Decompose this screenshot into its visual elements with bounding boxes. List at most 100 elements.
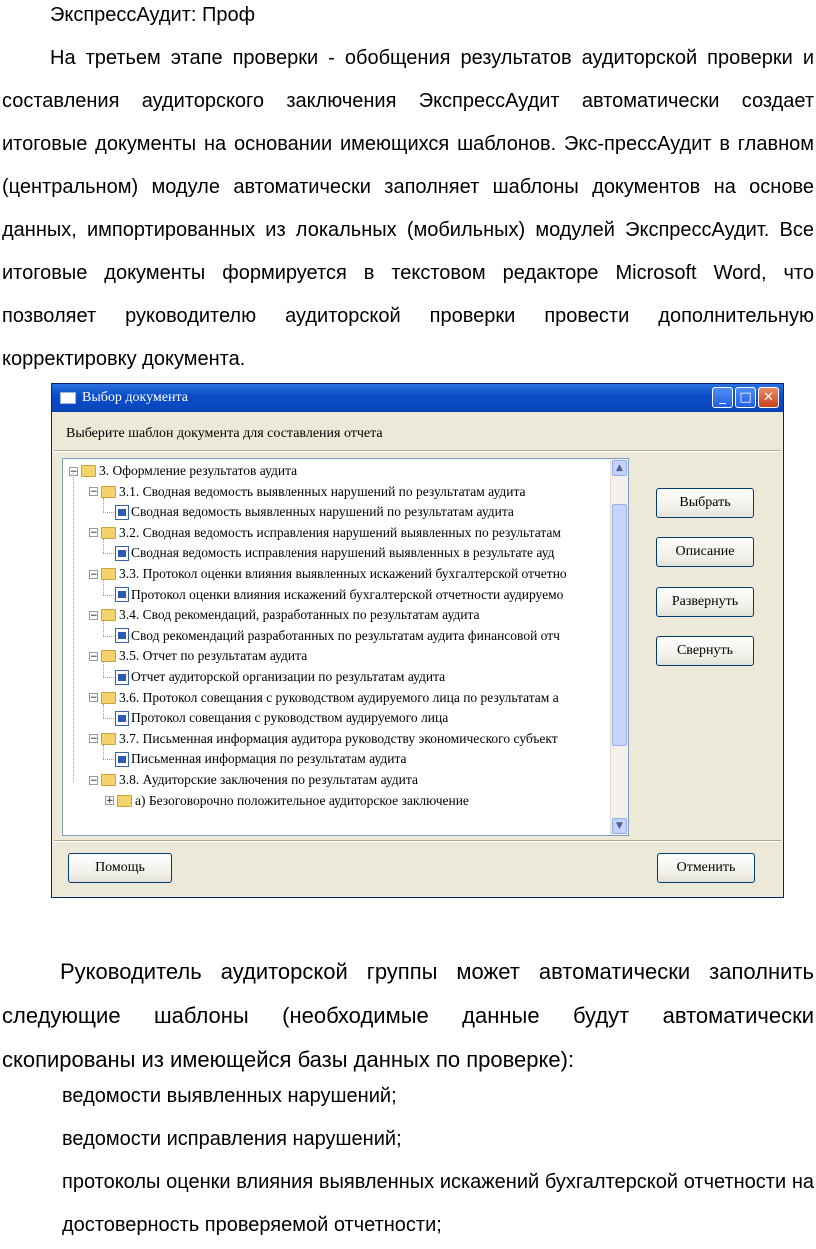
tree-node-label: Протокол совещания с руководством аудиру… xyxy=(131,710,449,726)
collapse-node-icon[interactable]: − xyxy=(89,775,98,785)
tree-connector xyxy=(103,677,114,678)
tree-folder-node[interactable]: − 3.5. Отчет по результатам аудита xyxy=(89,646,307,666)
tree-document-node[interactable]: Письменная информация по результатам ауд… xyxy=(115,749,407,769)
tree-node-label: 3.2. Сводная ведомость исправления наруш… xyxy=(119,524,561,540)
word-document-icon xyxy=(115,587,129,603)
tree-node-label: а) Безоговорочно положительное аудиторск… xyxy=(135,792,469,808)
tree-node-label: Протокол оценки влияния искажений бухгал… xyxy=(131,586,564,602)
tree-connector xyxy=(103,538,104,554)
scroll-up-icon[interactable]: ▲ xyxy=(612,460,627,476)
folder-icon xyxy=(101,568,116,580)
tree-node-label: 3.8. Аудиторские заключения по результат… xyxy=(119,772,418,787)
intro-paragraph: На третьем этапе проверки - обобщения ре… xyxy=(2,47,814,370)
minimize-icon[interactable]: _ xyxy=(712,387,733,408)
tree-connector xyxy=(103,703,104,719)
collapse-node-icon[interactable]: − xyxy=(89,610,98,620)
tree-connector xyxy=(103,553,114,555)
tree-folder-node[interactable]: − 3.8. Аудиторские заключения по результа… xyxy=(89,770,418,790)
tree-connector xyxy=(103,580,104,595)
scroll-thumb[interactable] xyxy=(612,504,627,746)
maximize-icon[interactable]: □ xyxy=(735,387,756,408)
list-item: ведомости выявленных нарушений; xyxy=(62,1085,397,1107)
word-document-icon xyxy=(115,545,129,561)
collapse-node-icon[interactable]: − xyxy=(89,693,98,703)
tree-node-label: 3.6. Протокол совещания с руководством а… xyxy=(119,689,559,705)
tree-folder-node[interactable]: − 3.6. Протокол совещания с руководством … xyxy=(89,688,559,708)
tree-connector xyxy=(103,759,114,761)
tree-folder-node[interactable]: −3. Оформление результатов аудита xyxy=(69,461,297,481)
collapse-node-icon[interactable]: − xyxy=(89,734,98,744)
tree-connector xyxy=(103,635,114,637)
tree-node-label: Сводная ведомость выявленных нарушений п… xyxy=(131,504,514,520)
tree-folder-node[interactable]: − 3.2. Сводная ведомость исправления нару… xyxy=(89,523,561,543)
dialog-titlebar[interactable]: Выбор документа _ □ ✕ xyxy=(52,384,783,412)
help-button[interactable]: Помощь xyxy=(68,853,172,883)
tree-connector xyxy=(103,497,104,513)
divider xyxy=(54,450,781,452)
tree-node-label: 3.4. Свод рекомендаций, разработанных по… xyxy=(119,607,480,623)
tree-node-label: 3.7. Письменная информация аудитора руко… xyxy=(119,730,558,746)
tree-node-label: 3. Оформление результатов аудита xyxy=(99,463,298,478)
folder-icon xyxy=(101,774,116,786)
word-document-icon xyxy=(115,669,129,685)
expand-button[interactable]: Развернуть xyxy=(656,587,754,617)
tree-folder-node[interactable]: − 3.4. Свод рекомендаций, разработанных п… xyxy=(89,605,480,625)
word-document-icon xyxy=(115,504,129,520)
tree-connector xyxy=(103,662,104,677)
collapse-node-icon[interactable]: − xyxy=(89,651,98,661)
document-header: ЭкспрессАудит: Проф xyxy=(50,4,256,26)
select-document-dialog: Выбор документа _ □ ✕ Выберите шаблон до… xyxy=(51,383,784,898)
template-tree[interactable]: −3. Оформление результатов аудита −3.1. С… xyxy=(62,458,629,836)
collapse-node-icon[interactable]: − xyxy=(89,569,98,579)
tree-node-label: Сводная ведомость исправления нарушений … xyxy=(131,545,555,561)
tree-folder-node[interactable]: + а) Безоговорочно положительное аудиторс… xyxy=(105,791,469,811)
scroll-down-icon[interactable]: ▼ xyxy=(612,818,627,834)
folder-icon xyxy=(117,794,132,807)
tree-folder-node[interactable]: − 3.1. Сводная ведомость выявленных наруш… xyxy=(89,482,526,502)
close-icon[interactable]: ✕ xyxy=(758,387,779,408)
tree-node-label: Свод рекомендаций разработанных по резул… xyxy=(131,627,560,643)
tree-node-label: 3.3. Протокол оценки влияния выявленных … xyxy=(119,566,567,581)
tree-connector xyxy=(73,473,74,782)
tree-document-node[interactable]: Сводная ведомость исправления нарушений … xyxy=(115,543,554,563)
folder-icon xyxy=(101,526,116,539)
word-document-icon xyxy=(115,628,129,644)
folder-icon xyxy=(81,465,96,477)
list-item: ведомости исправления нарушений; xyxy=(62,1128,402,1150)
tree-node-label: Отчет аудиторской организации по результ… xyxy=(131,669,446,684)
collapse-button[interactable]: Свернуть xyxy=(656,636,754,666)
tree-document-node[interactable]: Отчет аудиторской организации по результ… xyxy=(115,667,445,687)
folder-icon xyxy=(101,732,116,745)
folder-icon xyxy=(101,691,116,704)
dialog-prompt: Выберите шаблон документа для составлени… xyxy=(66,426,383,441)
word-document-icon xyxy=(115,751,129,767)
tree-folder-node[interactable]: − 3.3. Протокол оценки влияния выявленных… xyxy=(89,564,567,584)
window-icon xyxy=(60,392,76,404)
tree-node-label: 3.1. Сводная ведомость выявленных наруше… xyxy=(119,483,526,499)
divider xyxy=(54,840,781,842)
folder-icon xyxy=(101,650,116,663)
tree-node-label: 3.5. Отчет по результатам аудита xyxy=(119,648,308,664)
template-list: ведомости выявленных нарушений; ведомост… xyxy=(62,1075,814,1247)
cancel-button[interactable]: Отменить xyxy=(657,853,755,883)
tree-document-node[interactable]: Свод рекомендаций разработанных по резул… xyxy=(115,626,560,646)
tree-document-node[interactable]: Сводная ведомость выявленных нарушений п… xyxy=(115,502,514,522)
vertical-scrollbar[interactable]: ▲ ▼ xyxy=(610,459,628,835)
dialog-title: Выбор документа xyxy=(82,390,188,405)
description-button[interactable]: Описание xyxy=(656,537,754,567)
word-document-icon xyxy=(115,710,129,726)
list-item: протоколы оценки влияния выявленных иска… xyxy=(62,1171,814,1236)
folder-icon xyxy=(101,609,116,622)
tree-document-node[interactable]: Протокол совещания с руководством аудиру… xyxy=(115,708,448,728)
collapse-node-icon[interactable]: − xyxy=(89,487,98,497)
collapse-node-icon[interactable]: − xyxy=(89,528,98,538)
tree-connector xyxy=(103,594,114,596)
tree-connector xyxy=(103,512,114,514)
tree-folder-node[interactable]: − 3.7. Письменная информация аудитора рук… xyxy=(89,729,558,749)
tree-connector xyxy=(103,744,104,760)
second-paragraph: Руководитель аудиторской группы может ав… xyxy=(2,959,814,1072)
expand-node-icon[interactable]: + xyxy=(105,796,114,806)
tree-document-node[interactable]: Протокол оценки влияния искажений бухгал… xyxy=(115,585,563,605)
folder-icon xyxy=(101,485,116,498)
select-button[interactable]: Выбрать xyxy=(656,488,754,518)
